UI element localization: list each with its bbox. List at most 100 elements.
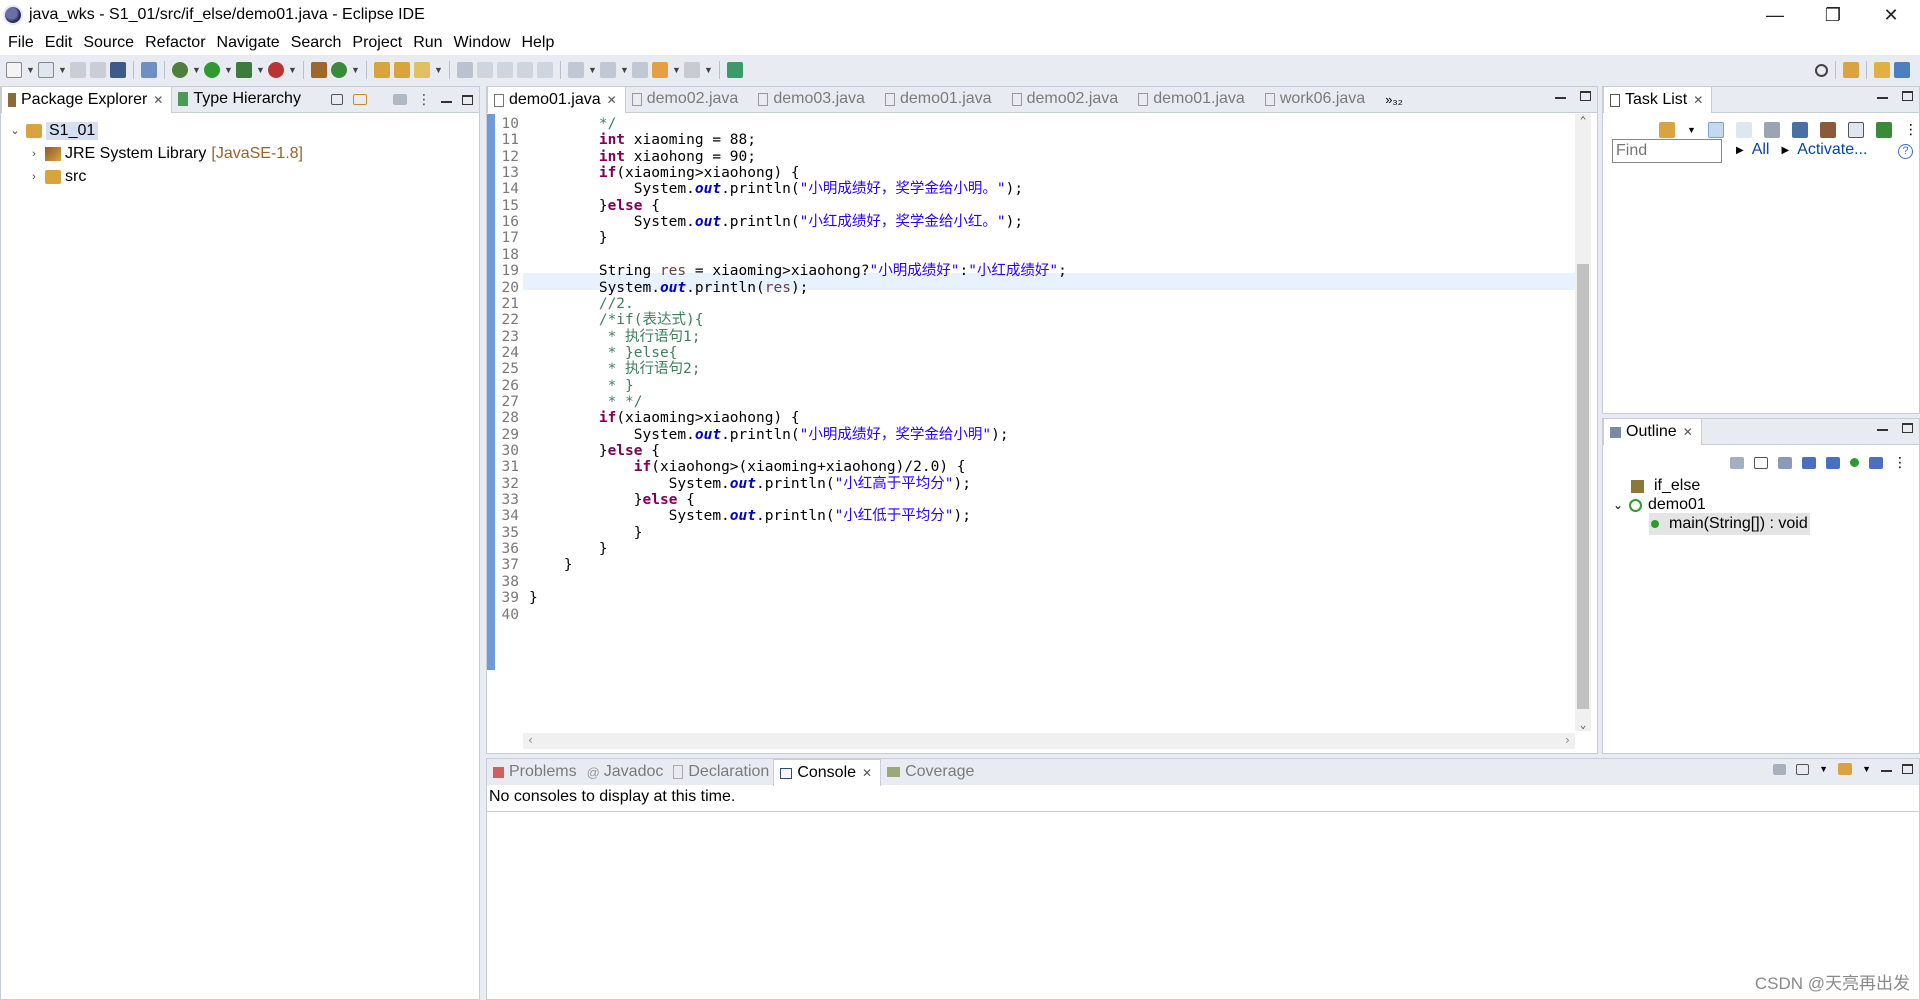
- close-icon[interactable]: ✕: [1693, 93, 1703, 107]
- maximize-icon[interactable]: [1902, 423, 1913, 433]
- outline-item-method[interactable]: main(String[]) : void: [1649, 513, 1810, 535]
- open-console-icon[interactable]: [1838, 763, 1853, 775]
- editor-tab[interactable]: work06.java: [1259, 86, 1379, 112]
- open-task-icon[interactable]: [394, 62, 410, 78]
- toggle-mark-occurrences-icon[interactable]: [457, 62, 473, 78]
- menu-source[interactable]: Source: [81, 34, 143, 52]
- minimize-icon[interactable]: [1877, 97, 1888, 99]
- tab-console[interactable]: Console ✕: [773, 759, 882, 786]
- activate-link[interactable]: Activate...: [1797, 141, 1867, 159]
- previous-annotation-icon[interactable]: [600, 62, 616, 78]
- synchronize-icon[interactable]: [1819, 121, 1836, 138]
- chevron-down-icon[interactable]: ▼: [1819, 764, 1828, 774]
- chevron-down-icon[interactable]: ▼: [256, 62, 265, 78]
- coverage-icon[interactable]: [236, 62, 252, 78]
- editor-tab[interactable]: demo01.java: [1132, 86, 1259, 112]
- collapse-all-icon[interactable]: [1847, 121, 1864, 138]
- menu-run[interactable]: Run: [411, 34, 451, 52]
- tree-node-jre[interactable]: › JRE System Library [JavaSE-1.8]: [1, 142, 479, 165]
- display-console-icon[interactable]: [1796, 763, 1810, 775]
- maximize-icon[interactable]: [462, 94, 473, 105]
- minimize-icon[interactable]: [1877, 429, 1888, 431]
- menu-refactor[interactable]: Refactor: [143, 34, 214, 52]
- external-tools-icon[interactable]: [268, 62, 284, 78]
- code-editor[interactable]: 10 */ 11 int xiaoming = 88; 12 int xiaohon…: [487, 114, 1597, 753]
- menu-search[interactable]: Search: [289, 34, 351, 52]
- chevron-down-icon[interactable]: ⌄: [1575, 718, 1591, 731]
- chevron-down-icon[interactable]: ▼: [192, 62, 201, 78]
- maximize-icon[interactable]: [1902, 764, 1913, 774]
- skip-breakpoints-icon[interactable]: [141, 62, 157, 78]
- close-button[interactable]: ✕: [1862, 0, 1920, 30]
- toggle-breadcrumb-icon[interactable]: [477, 62, 493, 78]
- close-icon[interactable]: ✕: [862, 766, 872, 780]
- java-ee-perspective-icon[interactable]: [1874, 62, 1890, 78]
- editor-tab[interactable]: demo03.java: [752, 86, 879, 112]
- new-task-icon[interactable]: [1659, 121, 1675, 138]
- editor-tab[interactable]: demo01.java: [879, 86, 1006, 112]
- open-type-icon[interactable]: [374, 62, 390, 78]
- close-icon[interactable]: ✕: [1683, 425, 1693, 439]
- chevron-down-icon[interactable]: ▼: [288, 62, 297, 78]
- menu-file[interactable]: File: [6, 34, 43, 52]
- hide-non-public-icon[interactable]: [1850, 458, 1859, 467]
- new-java-package-icon[interactable]: [311, 62, 327, 78]
- all-link[interactable]: All: [1752, 141, 1770, 159]
- minimize-icon[interactable]: [1555, 97, 1566, 99]
- run-icon[interactable]: [204, 62, 220, 78]
- tree-node-project[interactable]: ⌄ S1_01: [1, 119, 479, 142]
- save-icon[interactable]: [70, 62, 86, 78]
- pin-editor-icon[interactable]: [727, 62, 743, 78]
- save-all-icon[interactable]: [90, 62, 106, 78]
- editor-tab[interactable]: demo01.java ✕: [487, 86, 626, 113]
- vertical-scrollbar[interactable]: ⌃ ⌄: [1575, 114, 1591, 731]
- link-with-editor-icon[interactable]: [353, 94, 367, 105]
- close-icon[interactable]: ✕: [153, 93, 163, 107]
- chevron-down-icon[interactable]: ▼: [620, 62, 629, 78]
- chevron-left-icon[interactable]: ‹: [527, 733, 534, 747]
- tab-task-list[interactable]: Task List ✕: [1603, 86, 1713, 113]
- menu-window[interactable]: Window: [452, 34, 520, 52]
- tab-type-hierarchy[interactable]: Type Hierarchy: [172, 86, 309, 112]
- hide-static-icon[interactable]: [1826, 456, 1840, 469]
- search-toolbar-icon[interactable]: [414, 62, 430, 78]
- view-menu-icon[interactable]: ⋮: [1904, 121, 1918, 138]
- chevron-down-icon[interactable]: ▼: [58, 62, 67, 78]
- menu-help[interactable]: Help: [519, 34, 563, 52]
- sort-icon[interactable]: [1778, 456, 1792, 469]
- scrollbar-thumb[interactable]: [1577, 264, 1589, 709]
- chevron-down-icon[interactable]: ▼: [1687, 125, 1696, 135]
- tab-declaration[interactable]: Declaration: [667, 759, 773, 785]
- help-icon[interactable]: ?: [1898, 144, 1913, 159]
- chevron-down-icon[interactable]: ⌄: [9, 124, 21, 137]
- menu-project[interactable]: Project: [350, 34, 411, 52]
- editor-tab[interactable]: demo02.java: [626, 86, 753, 112]
- categorized-icon[interactable]: [1707, 121, 1724, 138]
- minimize-icon[interactable]: [441, 100, 452, 103]
- chevron-down-icon[interactable]: ▼: [26, 62, 35, 78]
- task-find-input[interactable]: [1612, 139, 1722, 163]
- hide-fields-icon[interactable]: [1802, 456, 1816, 469]
- maximize-icon[interactable]: [1902, 91, 1913, 101]
- search-icon[interactable]: [1815, 63, 1828, 77]
- block-selection-icon[interactable]: [497, 62, 513, 78]
- chevron-right-icon[interactable]: ›: [28, 148, 40, 160]
- chevron-down-icon[interactable]: ⌄: [1613, 498, 1625, 512]
- view-menu-icon[interactable]: ⋮: [417, 91, 431, 108]
- filter-icon[interactable]: [393, 94, 407, 105]
- chevron-down-icon[interactable]: ▼: [1862, 764, 1871, 774]
- minimize-button[interactable]: —: [1746, 0, 1804, 30]
- tab-coverage[interactable]: Coverage: [881, 759, 982, 785]
- minimize-icon[interactable]: [1881, 770, 1892, 772]
- word-wrap-icon[interactable]: [517, 62, 533, 78]
- menu-navigate[interactable]: Navigate: [215, 34, 289, 52]
- tab-outline[interactable]: Outline ✕: [1603, 418, 1702, 445]
- chevron-down-icon[interactable]: ▼: [588, 62, 597, 78]
- new-icon[interactable]: [6, 62, 22, 78]
- new-java-class-icon[interactable]: [331, 62, 347, 78]
- tab-package-explorer[interactable]: Package Explorer ✕: [1, 86, 173, 113]
- hide-completed-icon[interactable]: [1763, 121, 1780, 138]
- filter-icon[interactable]: [1791, 121, 1808, 138]
- java-perspective-icon[interactable]: [1894, 62, 1910, 78]
- chevron-down-icon[interactable]: ▼: [351, 62, 360, 78]
